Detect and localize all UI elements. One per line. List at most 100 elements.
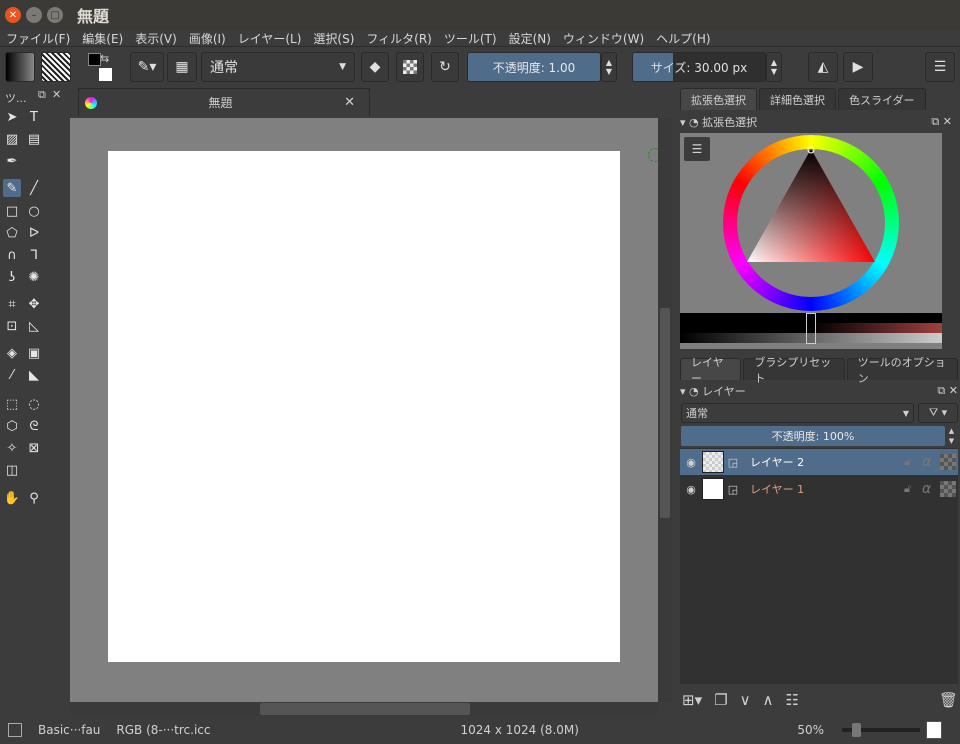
horizontal-scrollbar[interactable]	[70, 702, 658, 716]
color-selector[interactable]: ☰	[680, 133, 942, 349]
minimize-window-button[interactable]: –	[26, 7, 42, 23]
text-tool[interactable]: T	[25, 108, 43, 126]
document-tab[interactable]: 無題 ✕	[78, 88, 370, 116]
layer-row[interactable]: ◉ ◲ レイヤー 2 🔓︎ α	[680, 449, 958, 475]
float-dock-icon[interactable]: ⧉ ✕	[931, 115, 952, 129]
saturation-value-triangle[interactable]	[723, 135, 899, 311]
freehand-path-tool[interactable]: ᒣ	[25, 246, 43, 264]
canvas-only-toggle[interactable]	[926, 721, 942, 739]
background-color-swatch[interactable]	[99, 68, 112, 81]
add-layer-button[interactable]: ⊞▾	[682, 691, 702, 709]
move-layer-down-button[interactable]: ∨	[740, 691, 751, 709]
polygon-select-tool[interactable]: ⬡	[3, 417, 21, 435]
toolbar-menu-button[interactable]: ☰	[925, 52, 955, 82]
lock-icon[interactable]: 🔓︎	[904, 482, 922, 496]
mirror-vertical-button[interactable]: ▶	[843, 52, 873, 82]
zoom-tool[interactable]: ⚲	[25, 489, 43, 507]
alpha-lock-icon[interactable]: α	[922, 481, 940, 497]
polygon-tool[interactable]: ⬠	[3, 224, 21, 242]
pen-tool[interactable]: ✒	[3, 152, 21, 170]
gradient-tool[interactable]: ▣	[25, 344, 43, 362]
brush-settings-button[interactable]: ▦	[167, 52, 197, 82]
color-picker-tool[interactable]: ⁄	[3, 366, 21, 384]
rectangle-tool[interactable]: □	[3, 202, 21, 220]
menu-select[interactable]: 選択(S)	[313, 30, 354, 47]
tab-tool-options[interactable]: ツールのオプション	[846, 356, 959, 385]
menu-layer[interactable]: レイヤー(L)	[238, 30, 302, 47]
bezier-select-tool[interactable]: ◫	[3, 461, 21, 479]
calligraphy-tool[interactable]: ▤	[25, 130, 43, 148]
delete-layer-button[interactable]: 🗑	[939, 691, 958, 709]
horizontal-scroll-thumb[interactable]	[260, 703, 470, 715]
maximize-window-button[interactable]: □	[47, 7, 63, 23]
menu-file[interactable]: ファイル(F)	[6, 30, 70, 47]
fg-bg-color-selector[interactable]: ⇆	[86, 52, 116, 83]
layer-row[interactable]: ◉ ◲ レイヤー 1 🔓︎ α	[680, 476, 958, 502]
magic-wand-tool[interactable]: ✧	[3, 439, 21, 457]
move-tool[interactable]: ✥	[25, 295, 43, 313]
zoom-slider[interactable]	[842, 723, 920, 737]
menu-window[interactable]: ウィンドウ(W)	[563, 30, 644, 47]
layer-name[interactable]: レイヤー 1	[750, 481, 904, 497]
freehand-brush-tool[interactable]: ✎	[3, 179, 21, 197]
crop-tool[interactable]: ⌗	[3, 295, 21, 313]
move-layer-up-button[interactable]: ∧	[763, 691, 774, 709]
tab-specific-color-selector[interactable]: 詳細色選択	[759, 88, 836, 110]
close-window-button[interactable]: ✕	[5, 7, 21, 23]
polyline-tool[interactable]: ᐅ	[25, 224, 43, 242]
preserve-alpha-button[interactable]	[396, 52, 424, 82]
image-page[interactable]	[108, 151, 620, 662]
opacity-slider[interactable]: 不透明度: 1.00	[467, 52, 601, 82]
pattern-selector-button[interactable]	[41, 52, 71, 82]
inherit-alpha-icon[interactable]	[940, 481, 956, 497]
menu-view[interactable]: 表示(V)	[135, 30, 177, 47]
size-slider[interactable]: サイズ: 30.00 px	[632, 52, 766, 82]
layer-name[interactable]: レイヤー 2	[750, 454, 904, 470]
swap-colors-icon[interactable]: ⇆	[100, 52, 109, 65]
tab-advanced-color-selector[interactable]: 拡張色選択	[680, 88, 757, 110]
menu-image[interactable]: 画像(I)	[189, 30, 226, 47]
menu-filter[interactable]: フィルタ(R)	[366, 30, 431, 47]
menu-tools[interactable]: ツール(T)	[444, 30, 497, 47]
tab-color-sliders[interactable]: 色スライダー	[838, 88, 926, 110]
vertical-scrollbar[interactable]	[658, 118, 672, 702]
line-tool[interactable]: ╱	[25, 179, 43, 197]
layer-properties-button[interactable]: ☷	[786, 691, 799, 709]
bezier-tool[interactable]: ∩	[3, 246, 21, 264]
tab-brush-presets[interactable]: ブラシプリセット	[743, 356, 845, 385]
collapse-icon[interactable]: ▾ ◔	[680, 385, 702, 398]
canvas[interactable]	[70, 118, 658, 702]
opacity-spin[interactable]: ▲ ▼	[601, 52, 617, 82]
color-selector-settings-button[interactable]: ☰	[684, 137, 710, 161]
layer-filter-button[interactable]: ⛛ ▾	[918, 403, 958, 423]
dynamic-brush-tool[interactable]: ʖ	[3, 268, 21, 286]
blend-mode-dropdown[interactable]: 通常 ▼	[201, 52, 355, 82]
ellipse-tool[interactable]: ○	[25, 202, 43, 220]
fill-tool[interactable]: ◈	[3, 344, 21, 362]
ellipse-select-tool[interactable]: ◌	[25, 395, 43, 413]
tab-layers[interactable]: レイヤー	[680, 356, 742, 385]
select-shapes-tool[interactable]: ➤	[3, 108, 21, 126]
close-tab-icon[interactable]: ✕	[344, 95, 355, 110]
gradient-selector-button[interactable]	[5, 52, 35, 82]
menu-edit[interactable]: 編集(E)	[82, 30, 123, 47]
reload-preset-button[interactable]: ↻	[431, 52, 459, 82]
perspective-tool[interactable]: ◺	[25, 317, 43, 335]
vertical-scroll-thumb[interactable]	[660, 308, 670, 518]
zoom-slider-thumb[interactable]	[852, 723, 861, 737]
pan-tool[interactable]: ✋	[3, 489, 21, 507]
rect-select-tool[interactable]: ⬚	[3, 395, 21, 413]
hue-ring[interactable]	[723, 135, 899, 311]
visibility-eye-icon[interactable]: ◉	[680, 456, 702, 469]
brush-preset-button[interactable]: ✎▾	[130, 52, 164, 82]
lock-icon[interactable]: 🔓︎	[904, 455, 922, 469]
layer-blend-mode-dropdown[interactable]: 通常 ▼	[681, 403, 914, 423]
menu-help[interactable]: ヘルプ(H)	[656, 30, 710, 47]
collapse-icon[interactable]: ▾ ◔	[680, 116, 702, 129]
measure-tool[interactable]: ◣	[25, 366, 43, 384]
inherit-alpha-icon[interactable]	[940, 454, 956, 470]
layer-opacity-spin[interactable]: ▲ ▼	[945, 426, 958, 446]
eraser-mode-button[interactable]: ◆	[361, 52, 389, 82]
multibrush-tool[interactable]: ✺	[25, 268, 43, 286]
size-spin[interactable]: ▲ ▼	[766, 52, 782, 82]
